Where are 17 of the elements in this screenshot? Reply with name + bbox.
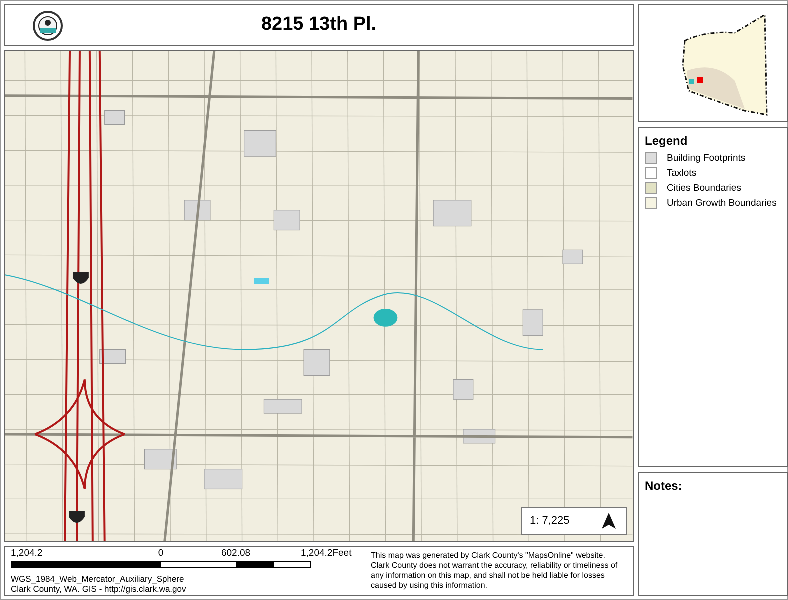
map-scale: 1: 7,225: [530, 515, 570, 527]
legend-label: Cities Boundaries: [667, 182, 742, 194]
legend-label: Urban Growth Boundaries: [667, 198, 777, 208]
legend-label: Building Footprints: [667, 152, 746, 164]
projection-text: WGS_1984_Web_Mercator_Auxiliary_Sphere: [11, 574, 186, 584]
scale-label: 0: [158, 548, 164, 559]
legend-label: Taxlots: [667, 168, 697, 178]
map-title: 8215 13th Pl.: [261, 14, 377, 36]
north-arrow-icon: [602, 513, 616, 529]
disclaimer-text: This map was generated by Clark County's "MapsOnline" website. Clark County does not warrant the accuracy, reliability or timeliness of any information on this map, and shall not be held liable for losses caused by using this information.: [371, 551, 619, 592]
county-seal-logo: [33, 11, 63, 41]
credit-text: Clark County, WA. GIS - http://gis.clark.wa.gov: [11, 584, 188, 594]
legend-title: Legend: [645, 134, 689, 148]
notes-title: Notes:: [645, 479, 684, 493]
scale-label: 1,204.2Feet: [301, 548, 352, 559]
scale-label: 602.08: [221, 548, 251, 559]
scale-label: 1,204.2: [11, 548, 43, 559]
